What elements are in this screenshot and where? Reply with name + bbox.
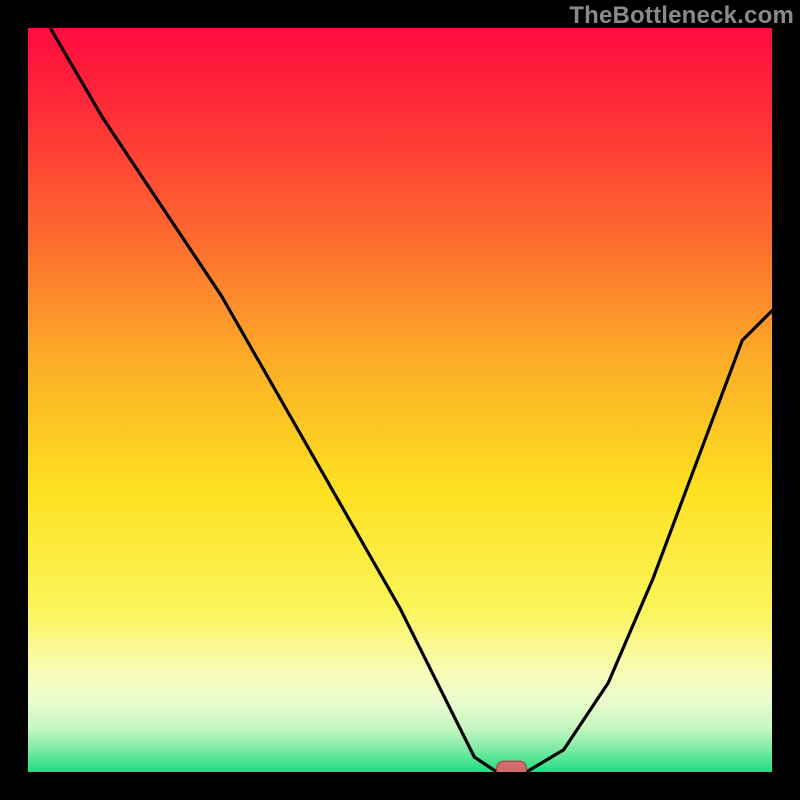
watermark-text: TheBottleneck.com (569, 2, 794, 30)
optimum-marker (497, 761, 527, 772)
chart-frame: TheBottleneck.com (0, 0, 800, 800)
gradient-background (28, 28, 772, 772)
plot-area (28, 28, 772, 772)
bottleneck-chart (28, 28, 772, 772)
